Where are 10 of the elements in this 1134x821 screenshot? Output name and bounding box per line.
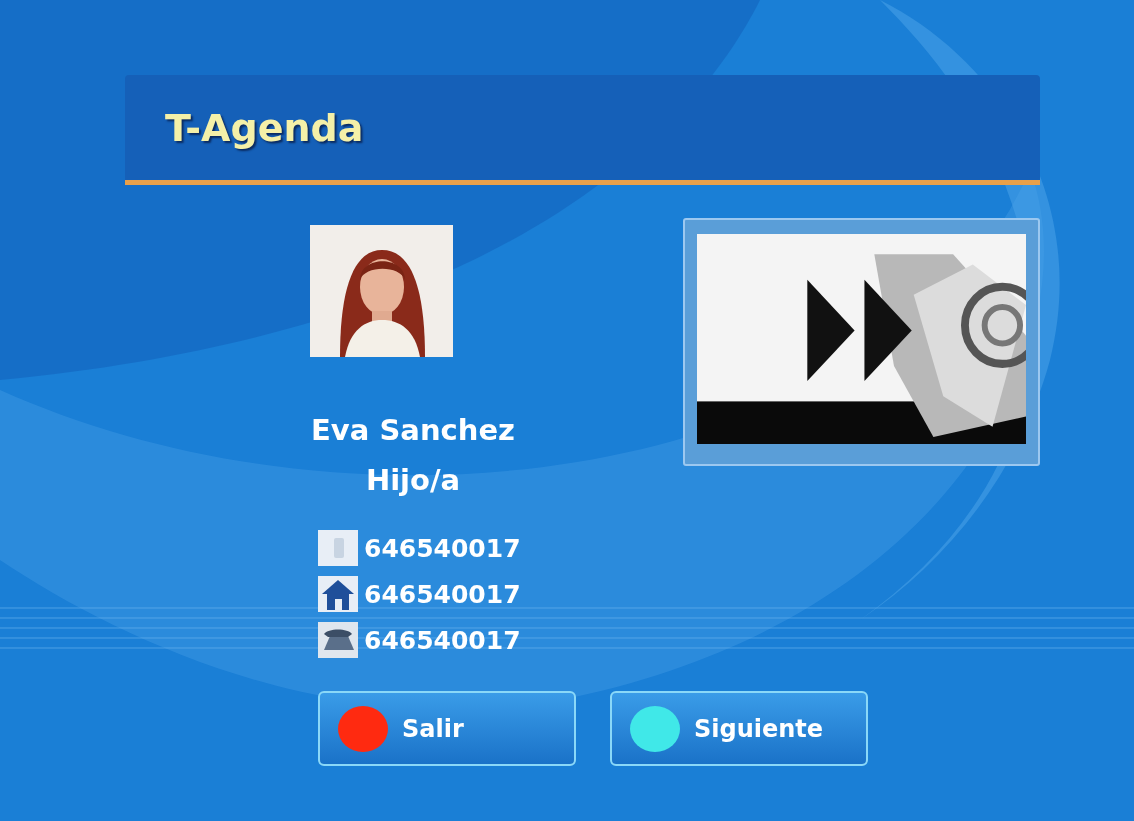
contact-name: Eva Sanchez <box>311 412 515 449</box>
contact-relation: Hijo/a <box>365 462 461 499</box>
desk-phone-icon <box>318 622 358 658</box>
phone-number: 646540017 <box>364 625 521 655</box>
action-button[interactable]: Siguiente <box>610 691 868 766</box>
app-title: T-Agenda <box>165 105 364 150</box>
phone-number: 646540017 <box>364 579 521 609</box>
house-icon <box>318 576 358 612</box>
action-button[interactable]: Salir <box>318 691 576 766</box>
phone-number: 646540017 <box>364 533 521 563</box>
